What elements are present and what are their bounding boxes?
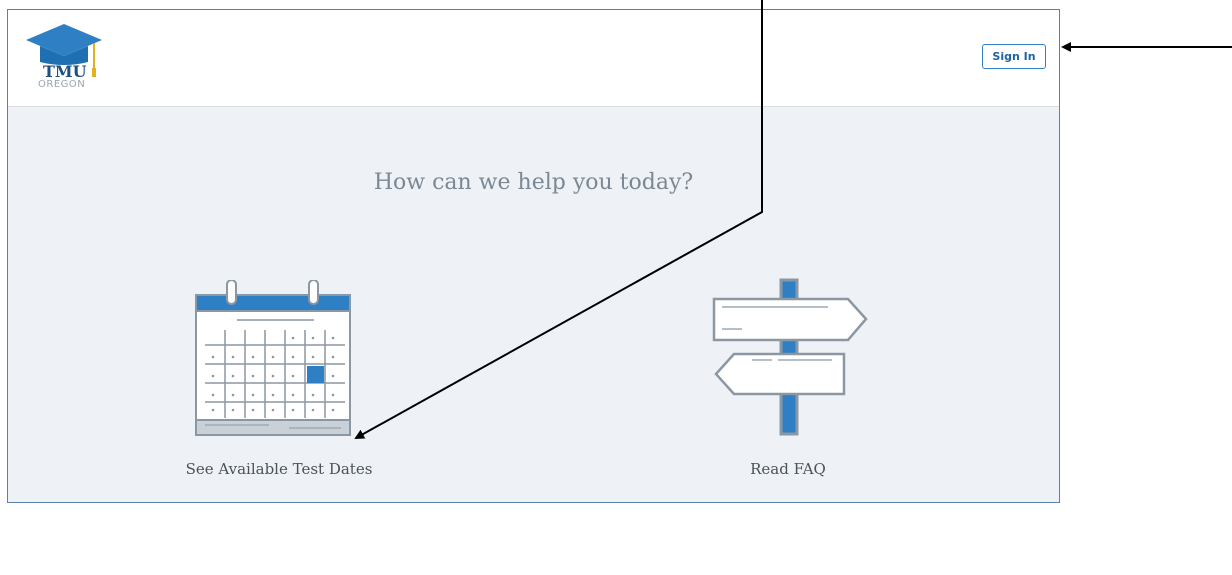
app-window: TMU OREGON Sign In How can we help you t… [7, 9, 1060, 503]
sign-in-button[interactable]: Sign In [982, 44, 1046, 69]
see-test-dates-label[interactable]: See Available Test Dates [129, 460, 429, 478]
page-headline: How can we help you today? [373, 170, 694, 195]
logo-subtitle: OREGON [38, 79, 86, 90]
site-header: TMU OREGON Sign In [8, 10, 1059, 107]
see-test-dates-option[interactable]: See Available Test Dates [129, 279, 429, 478]
read-faq-option[interactable]: Read FAQ [638, 276, 938, 478]
read-faq-label[interactable]: Read FAQ [638, 460, 938, 478]
signpost-icon [712, 278, 868, 436]
calendar-icon [195, 279, 351, 436]
